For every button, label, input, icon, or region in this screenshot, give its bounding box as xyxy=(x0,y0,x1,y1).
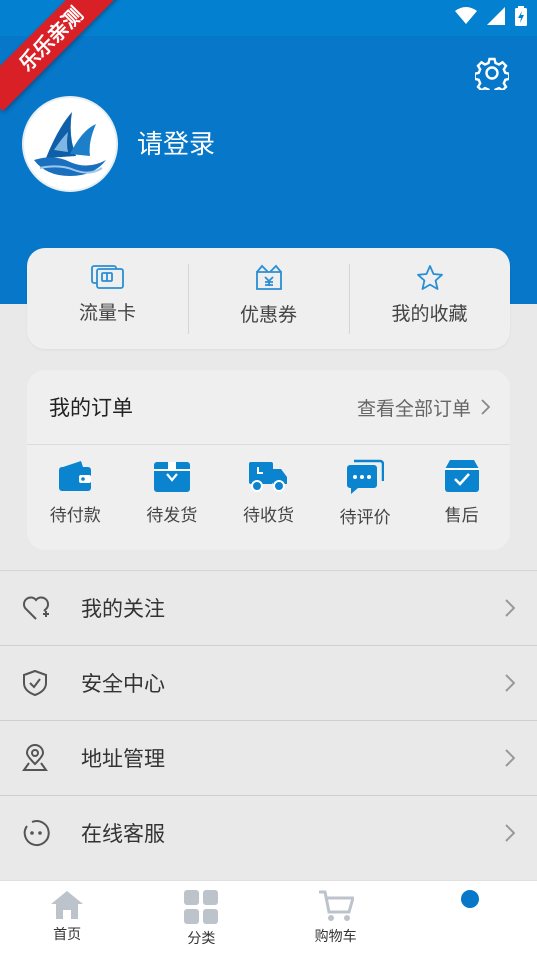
sim-card-icon xyxy=(90,265,124,289)
orders-card: 我的订单 查看全部订单 待付款 待发货 待收货 待评价 售后 xyxy=(27,370,510,550)
view-all-orders-link[interactable]: 查看全部订单 xyxy=(357,394,490,421)
status-icons xyxy=(455,6,527,26)
order-pending-payment[interactable]: 待付款 xyxy=(27,459,124,528)
order-pending-shipment[interactable]: 待发货 xyxy=(124,459,221,528)
truck-icon xyxy=(249,462,288,492)
location-icon xyxy=(22,744,48,771)
menu-item-address[interactable]: 地址管理 xyxy=(0,720,537,795)
home-icon xyxy=(51,891,84,919)
orders-header: 我的订单 查看全部订单 xyxy=(27,370,510,445)
avatar[interactable] xyxy=(22,96,118,192)
tab-label: 购物车 xyxy=(314,929,357,945)
chevron-right-icon xyxy=(505,599,515,617)
heart-icon xyxy=(23,596,49,620)
quick-link-coupons[interactable]: 优惠券 xyxy=(188,248,349,349)
tab-cart[interactable]: 购物车 xyxy=(269,881,403,956)
orders-title: 我的订单 xyxy=(49,396,133,420)
menu-item-label: 地址管理 xyxy=(81,747,165,771)
login-prompt[interactable]: 请登录 xyxy=(137,124,215,161)
battery-icon xyxy=(515,6,527,26)
tab-profile[interactable] xyxy=(403,881,537,956)
order-status-label: 售后 xyxy=(444,506,479,526)
menu-item-customer-service[interactable]: 在线客服 xyxy=(0,795,537,870)
cart-icon xyxy=(318,890,354,921)
order-status-label: 待收货 xyxy=(242,506,294,526)
logo-icon xyxy=(24,98,116,190)
grid-icon xyxy=(184,890,219,924)
order-status-label: 待付款 xyxy=(49,506,101,526)
chevron-right-icon xyxy=(505,824,515,842)
tab-label: 分类 xyxy=(187,931,216,947)
shield-icon xyxy=(23,669,47,697)
after-sale-icon xyxy=(444,460,479,492)
chevron-right-icon xyxy=(481,399,490,415)
menu-item-following[interactable]: 我的关注 xyxy=(0,570,537,645)
bottom-tab-bar: 首页 分类 购物车 xyxy=(0,880,537,956)
order-status-label: 待发货 xyxy=(146,506,198,526)
menu-item-label: 安全中心 xyxy=(81,672,165,696)
settings-menu: 我的关注 安全中心 地址管理 在线客服 xyxy=(0,570,537,870)
quick-link-favorites[interactable]: 我的收藏 xyxy=(349,248,510,349)
order-status-row: 待付款 待发货 待收货 待评价 售后 xyxy=(27,445,510,528)
profile-icon xyxy=(460,890,479,908)
tab-home[interactable]: 首页 xyxy=(0,881,134,956)
wifi-icon xyxy=(455,7,477,24)
view-all-orders-label: 查看全部订单 xyxy=(356,397,471,420)
star-icon xyxy=(416,265,443,290)
order-status-label: 待评价 xyxy=(339,508,391,528)
chevron-right-icon xyxy=(505,674,515,692)
coupon-icon xyxy=(255,264,282,290)
order-pending-receipt[interactable]: 待收货 xyxy=(220,459,317,528)
chat-icon xyxy=(347,459,385,494)
signal-icon xyxy=(487,7,505,25)
order-pending-review[interactable]: 待评价 xyxy=(317,459,414,528)
menu-item-label: 在线客服 xyxy=(81,822,165,846)
quick-link-data-card[interactable]: 流量卡 xyxy=(27,248,188,349)
quick-link-label: 我的收藏 xyxy=(391,303,468,325)
wallet-icon xyxy=(59,461,92,491)
order-after-sale[interactable]: 售后 xyxy=(413,459,510,528)
tab-category[interactable]: 分类 xyxy=(134,881,268,956)
menu-item-security[interactable]: 安全中心 xyxy=(0,645,537,720)
quick-links-card: 流量卡 优惠券 我的收藏 xyxy=(27,248,510,349)
chevron-right-icon xyxy=(505,749,515,767)
quick-link-label: 流量卡 xyxy=(78,302,136,324)
menu-item-label: 我的关注 xyxy=(81,597,165,621)
settings-gear-icon[interactable] xyxy=(475,56,509,90)
service-icon xyxy=(23,820,50,847)
package-icon xyxy=(153,462,190,492)
tab-label: 首页 xyxy=(53,927,82,943)
quick-link-label: 优惠券 xyxy=(239,304,297,326)
